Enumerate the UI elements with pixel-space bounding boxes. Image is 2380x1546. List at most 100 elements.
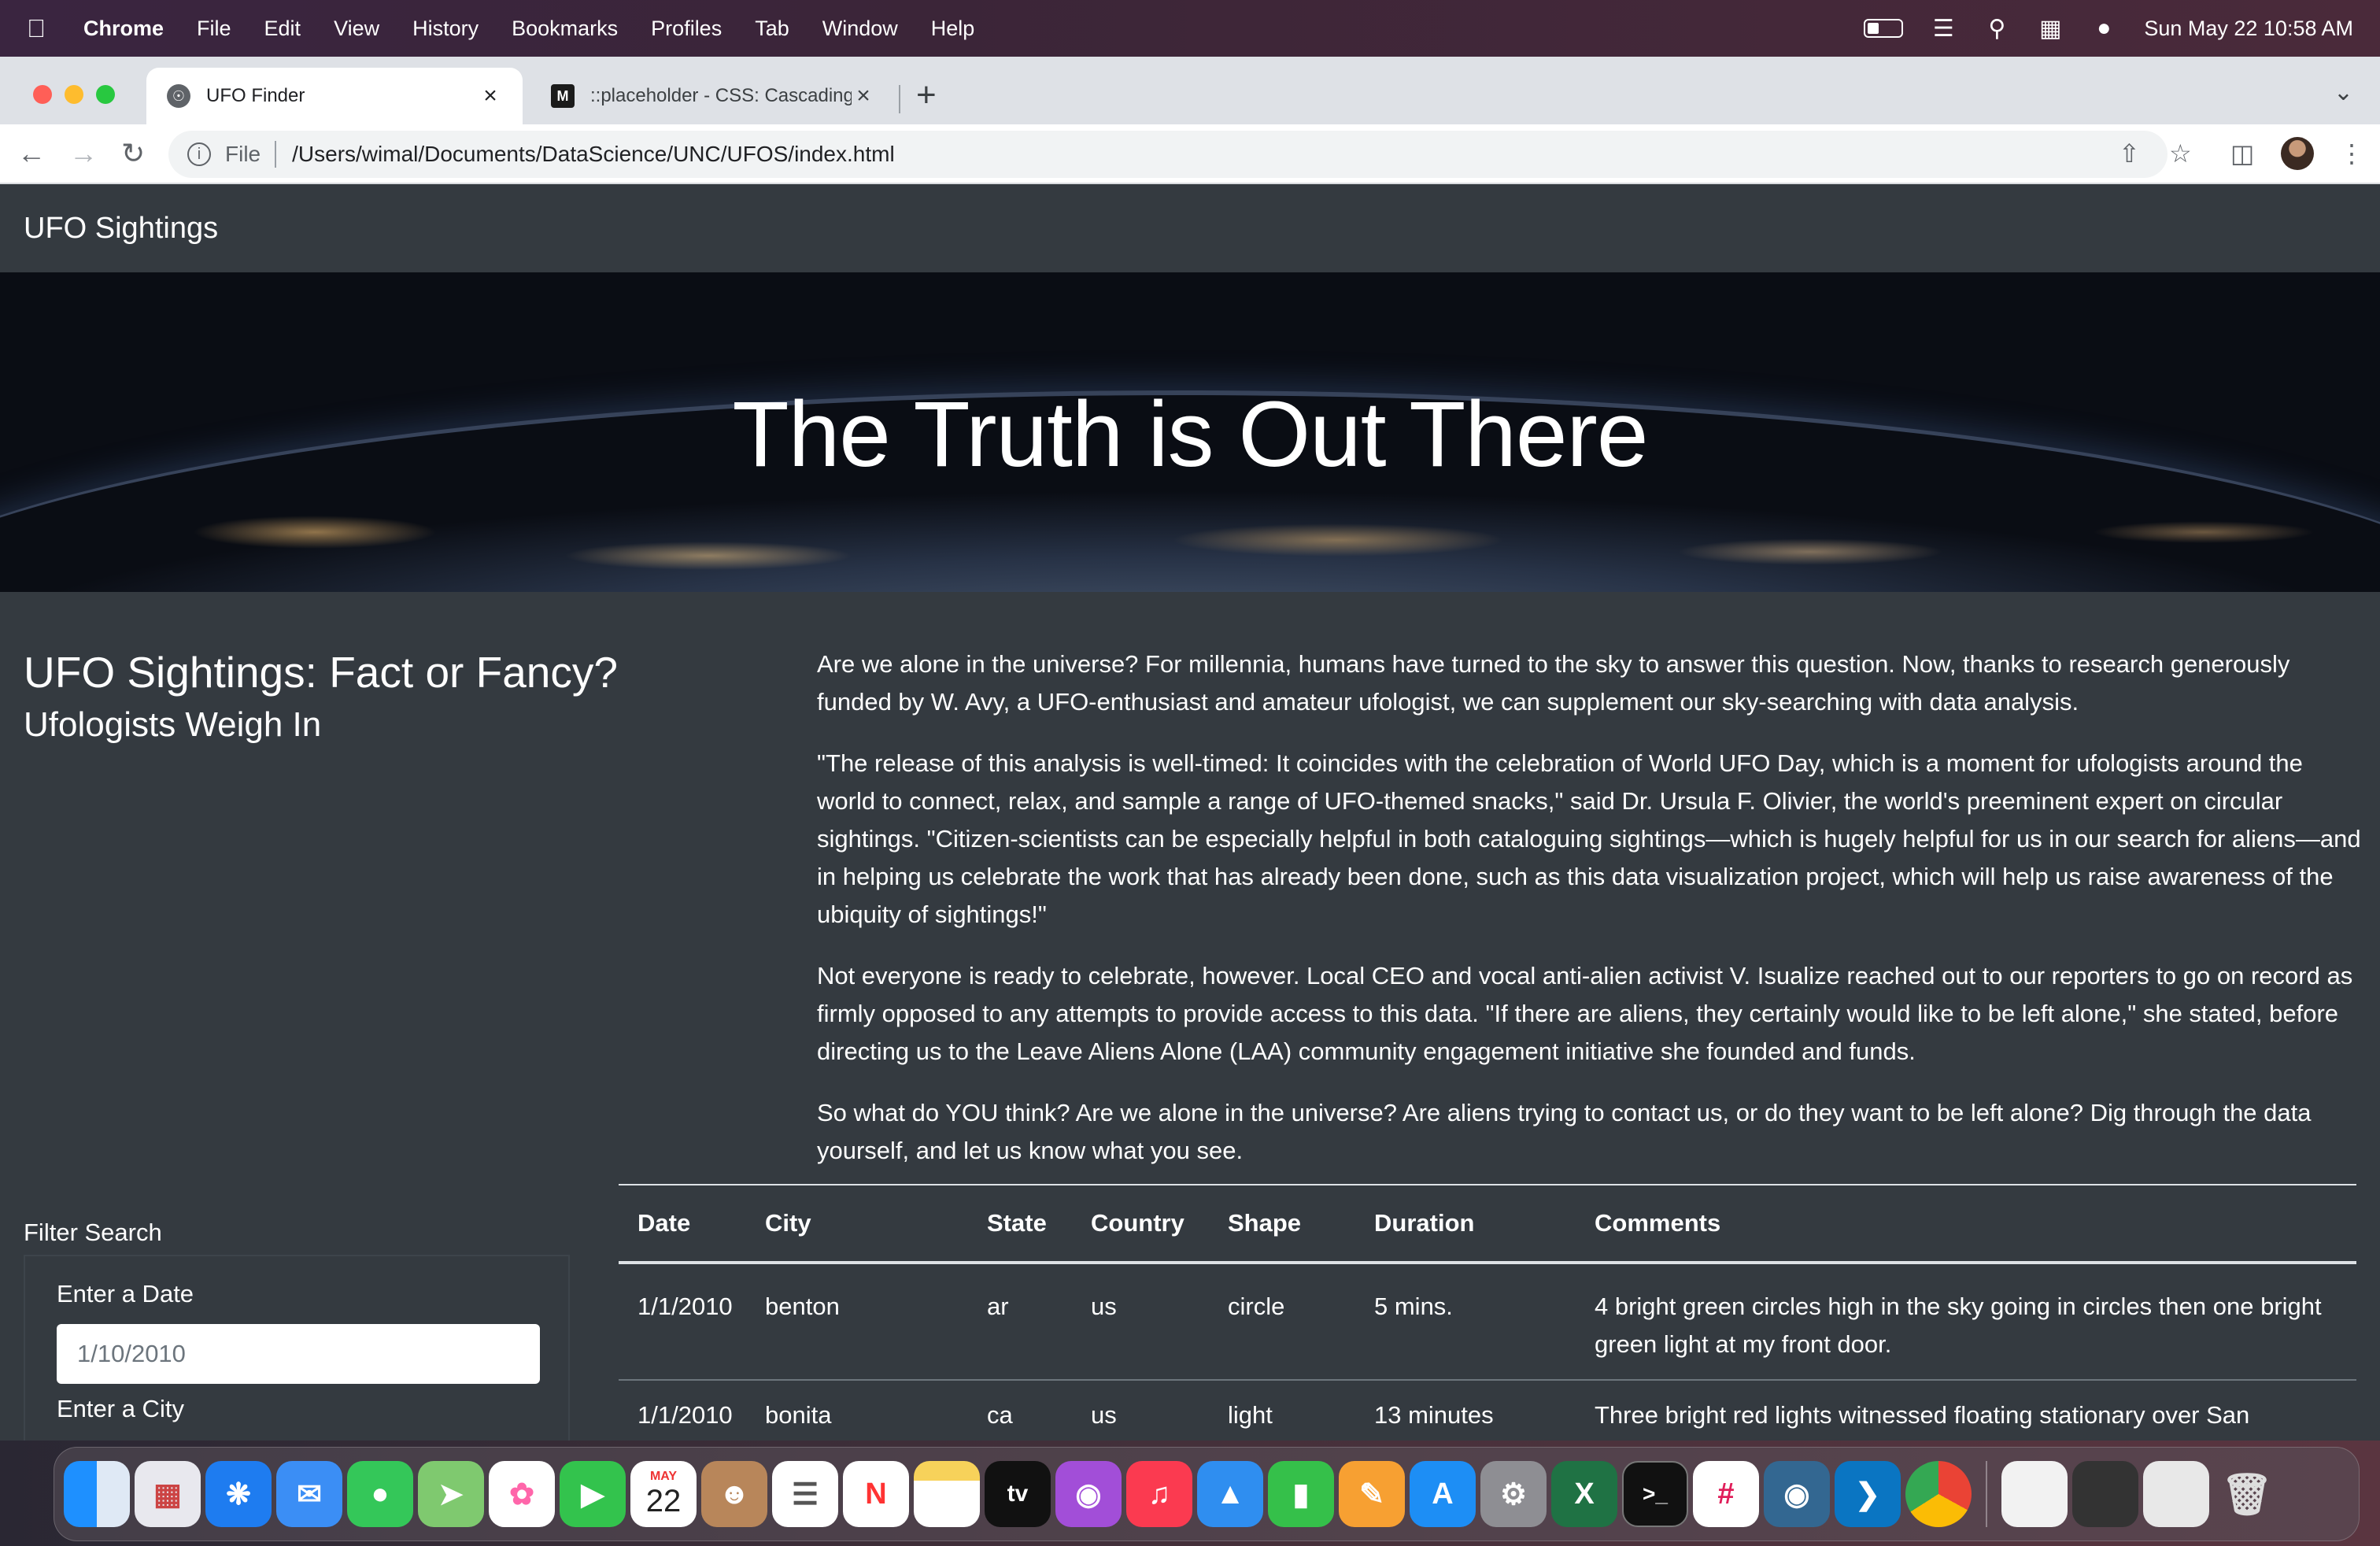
keynote-icon[interactable]: ▲ bbox=[1197, 1461, 1263, 1527]
menu-file[interactable]: File bbox=[197, 17, 231, 41]
pages-icon[interactable]: ✎ bbox=[1339, 1461, 1405, 1527]
article-paragraph: "The release of this analysis is well-ti… bbox=[817, 749, 2361, 928]
date-filter-input[interactable]: 1/10/2010 bbox=[57, 1324, 540, 1384]
site-navbar: UFO Sightings bbox=[0, 184, 2380, 272]
window-zoom-icon[interactable] bbox=[96, 85, 115, 104]
browser-toolbar: ← → ↻ i File /Users/wimal/Documents/Data… bbox=[0, 124, 2380, 184]
header-shape: Shape bbox=[1228, 1209, 1302, 1237]
tab-title: UFO Finder bbox=[206, 85, 305, 106]
header-city: City bbox=[765, 1209, 811, 1237]
tv-label: tv bbox=[1007, 1481, 1029, 1507]
site-info-icon[interactable]: i bbox=[187, 142, 211, 166]
article-body: Are we alone in the universe? For millen… bbox=[817, 645, 2361, 1193]
share-icon[interactable]: ⇧ bbox=[2119, 139, 2140, 168]
slack-icon[interactable]: # bbox=[1693, 1461, 1759, 1527]
wifi-icon[interactable]: ☰ bbox=[1930, 15, 1957, 43]
document-thumbnail-icon[interactable] bbox=[2143, 1461, 2209, 1527]
document-thumbnail-icon[interactable] bbox=[2001, 1461, 2068, 1527]
calendar-icon[interactable]: MAY 22 bbox=[630, 1461, 697, 1527]
system-preferences-icon[interactable]: ⚙ bbox=[1480, 1461, 1547, 1527]
apple-icon[interactable]:  bbox=[27, 14, 74, 43]
tab-search-chevron-icon[interactable]: ⌄ bbox=[2334, 79, 2353, 106]
contacts-icon[interactable]: ☻ bbox=[701, 1461, 767, 1527]
notes-icon[interactable] bbox=[914, 1461, 980, 1527]
cell-state: ar bbox=[987, 1293, 1009, 1320]
battery-icon[interactable] bbox=[1864, 19, 1904, 38]
table-row: 1/1/2010 bonita ca us light 13 minutes T… bbox=[619, 1381, 2356, 1441]
vscode-icon[interactable]: ❯ bbox=[1835, 1461, 1901, 1527]
reminders-icon[interactable]: ☰ bbox=[772, 1461, 838, 1527]
control-center-icon[interactable]: ▦ bbox=[2037, 15, 2064, 43]
cell-date: 1/1/2010 bbox=[638, 1293, 733, 1320]
maps-icon[interactable]: ➤ bbox=[418, 1461, 484, 1527]
finder-icon[interactable] bbox=[64, 1461, 130, 1527]
table-row: 1/1/2010 benton ar us circle 5 mins. 4 b… bbox=[619, 1264, 2356, 1381]
spotlight-search-icon[interactable]: ⚲ bbox=[1983, 15, 2010, 43]
header-country: Country bbox=[1091, 1209, 1184, 1237]
browser-tab-bar: ☉ UFO Finder × M ::placeholder - CSS: Ca… bbox=[0, 57, 2380, 124]
window-close-icon[interactable] bbox=[33, 85, 52, 104]
menu-app-chrome[interactable]: Chrome bbox=[83, 17, 164, 41]
excel-icon[interactable]: X bbox=[1551, 1461, 1617, 1527]
safari-icon[interactable]: ❋ bbox=[205, 1461, 272, 1527]
postgres-elephant-icon[interactable]: ◉ bbox=[1764, 1461, 1830, 1527]
new-tab-icon[interactable]: + bbox=[916, 76, 937, 115]
tab-separator bbox=[899, 85, 900, 113]
filter-panel: Enter a Date 1/10/2010 Enter a City bbox=[24, 1255, 570, 1441]
tab-ufo-finder[interactable]: ☉ UFO Finder × bbox=[146, 68, 523, 124]
window-minimize-icon[interactable] bbox=[65, 85, 83, 104]
cell-state: ca bbox=[987, 1401, 1013, 1429]
dock-separator bbox=[1986, 1461, 1987, 1527]
menu-view[interactable]: View bbox=[334, 17, 379, 41]
omnibox-divider bbox=[275, 141, 277, 168]
bookmark-star-icon[interactable]: ☆ bbox=[2169, 139, 2192, 168]
main-content: UFO Sightings: Fact or Fancy? Ufologists… bbox=[0, 592, 2380, 1441]
music-icon[interactable]: ♫ bbox=[1126, 1461, 1192, 1527]
numbers-icon[interactable]: ▮ bbox=[1268, 1461, 1334, 1527]
menu-profiles[interactable]: Profiles bbox=[651, 17, 722, 41]
hero-jumbotron: The Truth is Out There bbox=[0, 272, 2380, 592]
launchpad-icon[interactable]: ▦ bbox=[135, 1461, 201, 1527]
tab-title: ::placeholder - CSS: Cascading bbox=[590, 85, 852, 106]
cell-country: us bbox=[1091, 1293, 1117, 1320]
article-heading-block: UFO Sightings: Fact or Fancy? Ufologists… bbox=[24, 647, 618, 745]
menu-edit[interactable]: Edit bbox=[264, 17, 301, 41]
url-text[interactable]: /Users/wimal/Documents/DataScience/UNC/U… bbox=[292, 142, 895, 167]
screenshot-thumbnail-icon[interactable] bbox=[2072, 1461, 2138, 1527]
messages-icon[interactable]: ● bbox=[347, 1461, 413, 1527]
menu-window[interactable]: Window bbox=[822, 17, 898, 41]
mdn-icon: M bbox=[551, 84, 575, 108]
forward-arrow-icon[interactable]: → bbox=[69, 137, 98, 170]
filter-search-title: Filter Search bbox=[24, 1219, 162, 1246]
cell-duration: 5 mins. bbox=[1374, 1293, 1453, 1320]
app-store-icon[interactable]: A bbox=[1410, 1461, 1476, 1527]
mail-icon[interactable]: ✉ bbox=[276, 1461, 342, 1527]
menu-tab[interactable]: Tab bbox=[755, 17, 789, 41]
address-bar[interactable]: i File /Users/wimal/Documents/DataScienc… bbox=[168, 131, 2168, 178]
side-panel-icon[interactable]: ◫ bbox=[2230, 139, 2254, 168]
news-icon[interactable]: N bbox=[843, 1461, 909, 1527]
cell-shape: light bbox=[1228, 1401, 1273, 1429]
navbar-brand[interactable]: UFO Sightings bbox=[24, 212, 218, 246]
menubar-clock[interactable]: Sun May 22 10:58 AM bbox=[2144, 17, 2353, 41]
terminal-icon[interactable]: >_ bbox=[1622, 1461, 1688, 1527]
reload-icon[interactable]: ↻ bbox=[121, 137, 145, 170]
tab-close-icon[interactable]: × bbox=[479, 83, 502, 109]
more-menu-icon[interactable]: ⋮ bbox=[2339, 139, 2364, 168]
siri-icon[interactable]: ● bbox=[2090, 15, 2117, 42]
facetime-icon[interactable]: ▶ bbox=[560, 1461, 626, 1527]
menubar-status-area: ☰ ⚲ ▦ ● Sun May 22 10:58 AM bbox=[1864, 0, 2353, 57]
tab-mdn-placeholder[interactable]: M ::placeholder - CSS: Cascading × bbox=[532, 68, 894, 124]
calendar-day: 22 bbox=[645, 1483, 682, 1518]
menu-bookmarks[interactable]: Bookmarks bbox=[512, 17, 618, 41]
back-arrow-icon[interactable]: ← bbox=[17, 137, 46, 170]
trash-icon[interactable]: 🗑 bbox=[2214, 1461, 2280, 1527]
tab-close-icon[interactable]: × bbox=[852, 83, 875, 109]
menu-history[interactable]: History bbox=[412, 17, 479, 41]
profile-avatar[interactable] bbox=[2281, 137, 2314, 170]
menu-help[interactable]: Help bbox=[931, 17, 975, 41]
chrome-icon[interactable] bbox=[1905, 1461, 1972, 1527]
podcasts-icon[interactable]: ◉ bbox=[1055, 1461, 1122, 1527]
apple-tv-icon[interactable]: tv bbox=[985, 1461, 1051, 1527]
photos-icon[interactable]: ✿ bbox=[489, 1461, 555, 1527]
